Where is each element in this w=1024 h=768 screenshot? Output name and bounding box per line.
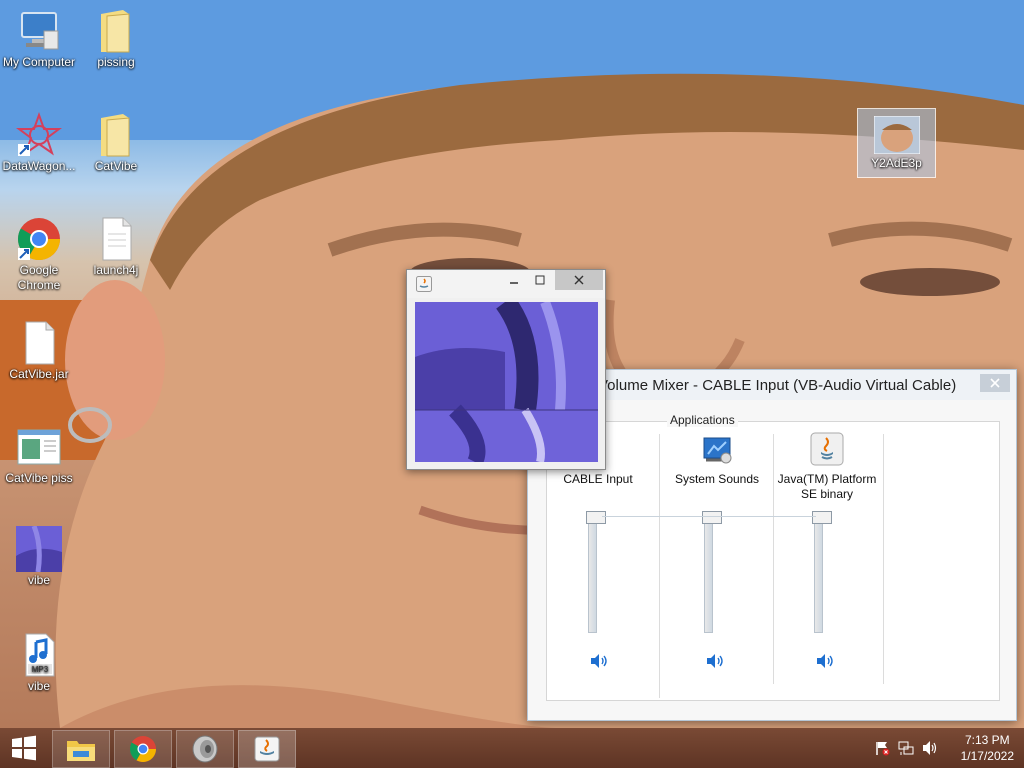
desktop-icon-label: Y2AdE3p (871, 156, 922, 170)
desktop-icon-label: CatVibe piss (5, 471, 73, 485)
windows-logo-icon (12, 735, 36, 761)
network-icon (898, 741, 914, 755)
close-icon (990, 378, 1000, 388)
window-app-icon (15, 424, 63, 470)
mute-button-cable-input[interactable] (589, 653, 609, 669)
taskbar-button-java[interactable] (238, 730, 296, 768)
taskbar-clock[interactable]: 7:13 PM 1/17/2022 (961, 732, 1014, 764)
chrome-icon (129, 736, 157, 763)
flag-icon (876, 742, 890, 756)
java-icon (416, 276, 432, 295)
java-video-window[interactable] (406, 269, 606, 470)
desktop-icon-label: Google Chrome (17, 263, 61, 292)
java-window-titlebar[interactable] (407, 270, 605, 298)
slider-link-line (602, 516, 816, 517)
taskbar-button-chrome[interactable] (114, 730, 172, 768)
channel-java: Java(TM) Platform SE binary (772, 432, 882, 502)
star-shortcut-icon (15, 112, 63, 158)
desktop-icon-pissing[interactable]: pissing (76, 8, 156, 70)
desktop-icon-my-computer[interactable]: My Computer (0, 8, 79, 70)
volume-slider-thumb[interactable] (812, 511, 832, 524)
chrome-icon (15, 216, 63, 262)
java-icon (254, 736, 280, 762)
desktop-icon-label: DataWagon... (2, 159, 76, 173)
applications-group-label: Applications (667, 413, 738, 427)
taskbar-button-volume[interactable] (176, 730, 234, 768)
maximize-button[interactable] (529, 270, 551, 290)
desktop-icon-catvibe-folder[interactable]: CatVibe (76, 112, 156, 174)
system-sounds-icon (700, 432, 734, 466)
close-button[interactable] (555, 270, 603, 290)
computer-icon (15, 8, 63, 54)
desktop-icon-label: My Computer (2, 55, 76, 69)
tray-flag-button[interactable] (872, 728, 892, 768)
speaker-icon (591, 654, 607, 668)
desktop-icon-catvibe-piss[interactable]: CatVibe piss (0, 424, 79, 486)
document-icon (15, 320, 63, 366)
desktop-icon-catvibe-jar[interactable]: CatVibe.jar (0, 320, 79, 382)
video-canvas (415, 302, 598, 462)
desktop-icon-vibe-image[interactable]: vibe (0, 526, 79, 588)
device-separator (659, 434, 660, 698)
start-button[interactable] (0, 728, 48, 768)
image-thumbnail-icon (15, 526, 63, 572)
desktop-icon-label: CatVibe.jar (9, 367, 69, 381)
mute-button-system-sounds[interactable] (705, 653, 725, 669)
volume-slider-track[interactable] (704, 515, 713, 633)
desktop-icon-label: vibe (27, 573, 50, 587)
desktop-icon-vibe-mp3[interactable]: MP3 vibe (0, 632, 79, 694)
mp3-icon: MP3 (15, 632, 63, 678)
taskbar: 7:13 PM 1/17/2022 (0, 728, 1024, 768)
desktop-icon-label: vibe (27, 679, 50, 693)
minimize-button[interactable] (503, 270, 525, 290)
speaker-icon (192, 735, 218, 763)
volume-slider-track[interactable] (814, 515, 823, 633)
folder-icon (92, 112, 140, 158)
desktop-icon-label: launch4j (93, 263, 139, 277)
channel-separator (883, 434, 884, 684)
clock-time: 7:13 PM (964, 733, 1010, 747)
minimize-icon (510, 282, 518, 284)
java-icon (810, 432, 844, 466)
speaker-icon (817, 654, 833, 668)
desktop-icon-y2ade3p[interactable]: Y2AdE3p (857, 108, 936, 178)
channel-name: CABLE Input (563, 472, 633, 486)
close-icon (574, 275, 584, 285)
volume-slider-thumb[interactable] (586, 511, 606, 524)
tray-network-button[interactable] (896, 728, 916, 768)
desktop-icon-label: CatVibe (94, 159, 138, 173)
speaker-icon (707, 654, 723, 668)
volume-slider-thumb[interactable] (702, 511, 722, 524)
desktop-icon-google-chrome[interactable]: Google Chrome (0, 216, 79, 293)
folder-icon (92, 8, 140, 54)
taskbar-button-file-explorer[interactable] (52, 730, 110, 768)
clock-date: 1/17/2022 (960, 749, 1014, 763)
channel-name: Java(TM) Platform SE binary (777, 472, 877, 501)
volume-slider-track[interactable] (588, 515, 597, 633)
svg-text:MP3: MP3 (32, 665, 49, 674)
desktop-icon-datawagon[interactable]: DataWagon... (0, 112, 79, 174)
volume-icon (923, 741, 937, 755)
mute-button-java[interactable] (815, 653, 835, 669)
maximize-icon (535, 275, 545, 285)
file-explorer-icon (67, 741, 95, 761)
document-icon (92, 216, 140, 262)
channel-name: System Sounds (674, 472, 760, 486)
tray-volume-button[interactable] (920, 728, 940, 768)
close-button[interactable] (980, 374, 1010, 392)
photo-thumbnail-icon (873, 115, 921, 155)
volume-mixer-title: Volume Mixer - CABLE Input (VB-Audio Vir… (598, 377, 957, 394)
desktop-icon-label: pissing (97, 55, 135, 69)
channel-system-sounds: System Sounds (662, 432, 772, 487)
desktop-icon-launch4j[interactable]: launch4j (76, 216, 156, 278)
